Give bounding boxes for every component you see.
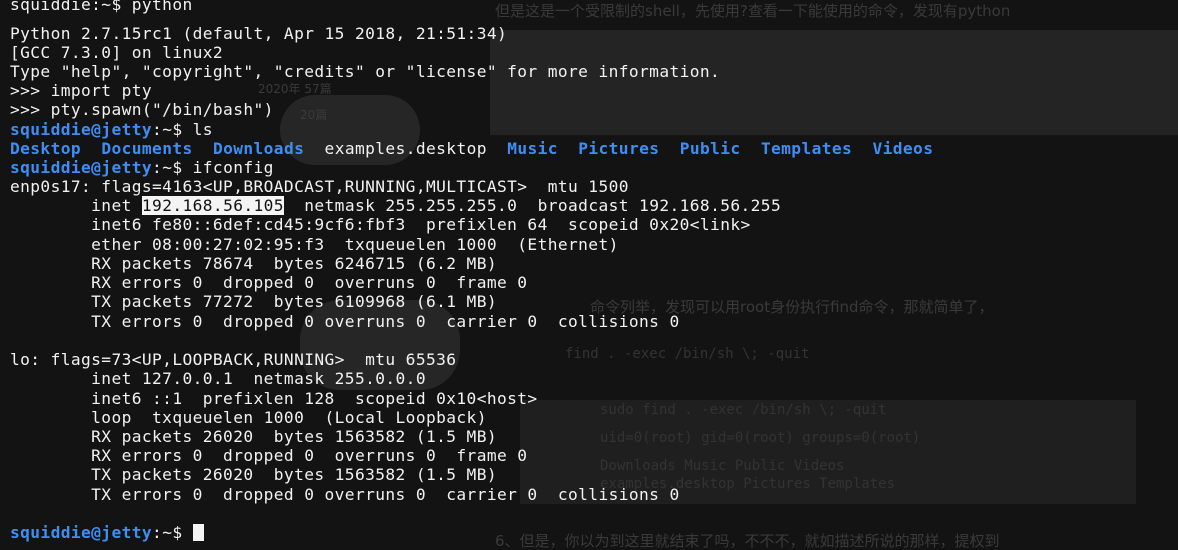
ifconfig-line: RX packets 78674 bytes 6246715 (6.2 MB) — [10, 254, 497, 273]
command-text: ls — [192, 120, 213, 139]
prompt-user-host: squiddie@jetty — [10, 120, 153, 139]
prompt-user-host: squiddie@jetty — [10, 523, 153, 542]
ls-dir-entry: Public — [679, 139, 741, 158]
ls-dir-entry: Videos — [872, 139, 934, 158]
ls-dir-entry: Downloads — [212, 139, 305, 158]
terminal-prompt-line: squiddie@jetty:~$ ifconfig — [10, 158, 274, 177]
terminal-line: [GCC 7.3.0] on linux2 — [10, 43, 224, 62]
terminal-line: >>> pty.spawn("/bin/bash") — [10, 100, 274, 119]
ls-dir-entry: Templates — [760, 139, 853, 158]
prompt-user-host: squiddie@jetty — [10, 158, 153, 177]
ifconfig-line: TX errors 0 dropped 0 overruns 0 carrier… — [10, 312, 680, 331]
ifconfig-line: ether 08:00:27:02:95:f3 txqueuelen 1000 … — [10, 235, 619, 254]
ls-file-entry: examples.desktop — [324, 139, 487, 158]
terminal-output[interactable]: squiddie:~$ python Python 2.7.15rc1 (def… — [0, 0, 1178, 550]
ifconfig-line: TX errors 0 dropped 0 overruns 0 carrier… — [10, 485, 680, 504]
terminal-line: Python 2.7.15rc1 (default, Apr 15 2018, … — [10, 24, 508, 43]
ls-dir-entry: Music — [507, 139, 558, 158]
terminal-line-partial: squiddie:~$ python — [10, 0, 193, 14]
ifconfig-line: inet6 fe80::6def:cd45:9cf6:fbf3 prefixle… — [10, 215, 751, 234]
ifconfig-line: lo: flags=73<UP,LOOPBACK,RUNNING> mtu 65… — [10, 350, 457, 369]
ls-output-line: Desktop Documents Downloads examples.des… — [10, 139, 933, 158]
ifconfig-line: TX packets 26020 bytes 1563582 (1.5 MB) — [10, 465, 497, 484]
selected-ip-address[interactable]: 192.168.56.105 — [141, 196, 284, 215]
ifconfig-line: RX packets 26020 bytes 1563582 (1.5 MB) — [10, 427, 497, 446]
ifconfig-line: loop txqueuelen 1000 (Local Loopback) — [10, 408, 487, 427]
terminal-active-prompt[interactable]: squiddie@jetty:~$ — [10, 523, 204, 542]
ifconfig-inet-rest: netmask 255.255.255.0 broadcast 192.168.… — [283, 196, 782, 215]
prompt-path: :~$ — [152, 523, 193, 542]
terminal-line: Type "help", "copyright", "credits" or "… — [10, 62, 721, 81]
ls-dir-entry: Documents — [101, 139, 193, 158]
ifconfig-line: inet6 ::1 prefixlen 128 scopeid 0x10<hos… — [10, 389, 538, 408]
ifconfig-inet-prefix: inet — [10, 196, 142, 215]
ifconfig-line: TX packets 77272 bytes 6109968 (6.1 MB) — [10, 292, 497, 311]
command-text: ifconfig — [192, 158, 274, 177]
ifconfig-line: enp0s17: flags=4163<UP,BROADCAST,RUNNING… — [10, 177, 629, 196]
ls-dir-entry: Pictures — [578, 139, 660, 158]
ifconfig-line: RX errors 0 dropped 0 overruns 0 frame 0 — [10, 273, 528, 292]
ifconfig-line: RX errors 0 dropped 0 overruns 0 frame 0 — [10, 446, 528, 465]
prompt-path: :~$ — [152, 158, 193, 177]
ifconfig-inet-line: inet 192.168.56.105 netmask 255.255.255.… — [10, 196, 781, 215]
terminal-line: >>> import pty — [10, 81, 153, 100]
terminal-window[interactable]: 但是这是一个受限制的shell，先使用?查看一下能使用的命令，发现有python… — [0, 0, 1178, 550]
text-cursor[interactable] — [192, 524, 204, 541]
ifconfig-line: inet 127.0.0.1 netmask 255.0.0.0 — [10, 369, 426, 388]
terminal-prompt-line: squiddie@jetty:~$ ls — [10, 120, 213, 139]
ls-dir-entry: Desktop — [10, 139, 82, 158]
prompt-path: :~$ — [152, 120, 193, 139]
